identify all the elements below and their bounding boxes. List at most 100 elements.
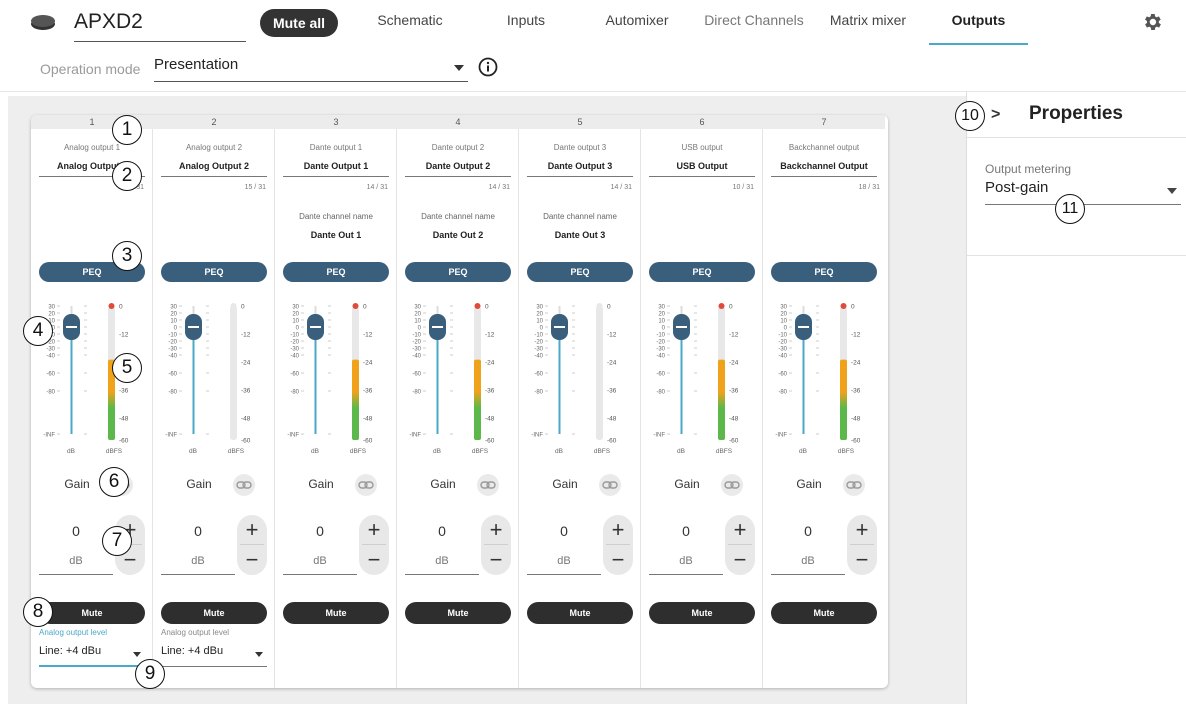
- meter-scale-label: -48: [607, 416, 617, 423]
- chevron-right-icon[interactable]: >: [991, 106, 1000, 124]
- device-logo-icon: [31, 15, 55, 30]
- strip-type-label: Dante output 2: [431, 143, 485, 152]
- gain-decrease-button[interactable]: −: [847, 545, 877, 575]
- fader-scale-label: -80: [290, 390, 299, 396]
- peq-button[interactable]: PEQ: [527, 262, 633, 282]
- divider: [967, 255, 1186, 256]
- link-icon[interactable]: [233, 474, 255, 496]
- fader-scale-label: -40: [168, 354, 177, 360]
- mute-button[interactable]: Mute: [39, 602, 145, 624]
- peq-button[interactable]: PEQ: [771, 262, 877, 282]
- meter-scale-label: -12: [119, 332, 129, 339]
- meter-scale-label: -48: [119, 416, 129, 423]
- output-name-input[interactable]: USB Output: [649, 161, 755, 177]
- fader-scale-label: 20: [658, 312, 665, 318]
- fader-unit-label: dB: [67, 448, 75, 455]
- output-level-select[interactable]: Line: +4 dBu: [161, 645, 267, 667]
- gain-decrease-button[interactable]: −: [237, 545, 267, 575]
- gain-increase-button[interactable]: +: [237, 515, 267, 545]
- peq-button[interactable]: PEQ: [649, 262, 755, 282]
- tab-direct-channels[interactable]: Direct Channels: [698, 12, 810, 42]
- fader-scale-label: -INF: [531, 433, 543, 439]
- peq-button[interactable]: PEQ: [283, 262, 389, 282]
- fader-scale-label: -INF: [409, 433, 421, 439]
- gain-increase-button[interactable]: +: [359, 515, 389, 545]
- operation-mode-select[interactable]: Presentation: [154, 56, 468, 82]
- gain-decrease-button[interactable]: −: [481, 545, 511, 575]
- fader-fill: [680, 327, 683, 434]
- gain-value-input[interactable]: 0: [649, 523, 723, 539]
- meter-scale-label: -12: [363, 332, 373, 339]
- output-name-input[interactable]: Dante Output 2: [405, 161, 511, 177]
- peq-button[interactable]: PEQ: [161, 262, 267, 282]
- fader-and-meter: 3020100-10-20-30-40-60-80-INFdB0-12-24-3…: [287, 303, 373, 455]
- gain-decrease-button[interactable]: −: [359, 545, 389, 575]
- gain-value-input[interactable]: 0: [771, 523, 845, 539]
- mute-all-button[interactable]: Mute all: [260, 9, 338, 37]
- info-icon[interactable]: [478, 57, 498, 77]
- dante-channel-name: Dante Out 3: [554, 230, 606, 240]
- device-name-field[interactable]: APXD2: [74, 10, 246, 42]
- meter-clip-indicator: [718, 303, 725, 309]
- gain-value-input[interactable]: 0: [405, 523, 479, 539]
- mute-button[interactable]: Mute: [649, 602, 755, 624]
- mute-button[interactable]: Mute: [405, 602, 511, 624]
- mute-button[interactable]: Mute: [771, 602, 877, 624]
- character-count: 14 / 31: [610, 184, 632, 191]
- gain-label: Gain: [186, 477, 212, 491]
- link-icon[interactable]: [477, 474, 499, 496]
- link-icon[interactable]: [843, 474, 865, 496]
- meter-unit-label: dBFS: [838, 448, 855, 455]
- callout-1: 1: [112, 115, 142, 145]
- mute-button[interactable]: Mute: [161, 602, 267, 624]
- gear-icon[interactable]: [1141, 11, 1163, 33]
- fader-knob-grip: [554, 326, 565, 328]
- meter-unit-label: dBFS: [350, 448, 367, 455]
- output-name-input[interactable]: Analog Output 2: [161, 161, 267, 177]
- link-icon[interactable]: [355, 474, 377, 496]
- fader-unit-label: dB: [555, 448, 563, 455]
- output-name-input[interactable]: Dante Output 1: [283, 161, 389, 177]
- fader-knob-grip: [798, 326, 809, 328]
- meter-unit-label: dBFS: [228, 448, 245, 455]
- gain-increase-button[interactable]: +: [847, 515, 877, 545]
- tab-inputs[interactable]: Inputs: [478, 12, 574, 42]
- gain-increase-button[interactable]: +: [603, 515, 633, 545]
- tab-outputs[interactable]: Outputs: [929, 12, 1028, 42]
- fader-scale-label: -30: [290, 347, 299, 353]
- mute-button[interactable]: Mute: [527, 602, 633, 624]
- output-name-input[interactable]: Backchannel Output: [771, 161, 877, 177]
- gain-value-input[interactable]: 0: [161, 523, 235, 539]
- peq-button[interactable]: PEQ: [405, 262, 511, 282]
- link-icon[interactable]: [721, 474, 743, 496]
- fader-scale-label: 20: [170, 312, 177, 318]
- gain-decrease-button[interactable]: −: [603, 545, 633, 575]
- gain-value-input[interactable]: 0: [527, 523, 601, 539]
- output-level-select[interactable]: Line: +4 dBu: [39, 645, 145, 667]
- fader-knob-grip: [310, 326, 321, 328]
- fader-scale-label: 10: [658, 319, 665, 325]
- fader-and-meter: 3020100-10-20-30-40-60-80-INFdB0-12-24-3…: [775, 303, 861, 455]
- gain-increase-button[interactable]: +: [481, 515, 511, 545]
- link-icon[interactable]: [599, 474, 621, 496]
- meter-unit-label: dBFS: [106, 448, 123, 455]
- gain-decrease-button[interactable]: −: [725, 545, 755, 575]
- tab-automixer[interactable]: Automixer: [589, 12, 685, 42]
- gain-increase-button[interactable]: +: [725, 515, 755, 545]
- output-name-input[interactable]: Dante Output 3: [527, 161, 633, 177]
- meter-scale-label: -60: [851, 438, 861, 445]
- fader-scale-label: 30: [292, 305, 299, 311]
- meter-clip-indicator: [230, 303, 237, 309]
- fader-scale-label: 30: [48, 305, 55, 311]
- fader-scale-label: 20: [48, 312, 55, 318]
- gain-value-input[interactable]: 0: [283, 523, 357, 539]
- mute-button[interactable]: Mute: [283, 602, 389, 624]
- meter-scale-label: -12: [607, 332, 617, 339]
- caret-down-icon: [1167, 188, 1177, 194]
- tab-schematic[interactable]: Schematic: [362, 12, 458, 42]
- tab-matrix-mixer[interactable]: Matrix mixer: [818, 12, 918, 42]
- strip-type-label: Dante output 1: [309, 143, 363, 152]
- fader-scale-label: 20: [414, 312, 421, 318]
- caret-down-icon: [454, 65, 464, 71]
- fader-fill: [436, 327, 439, 434]
